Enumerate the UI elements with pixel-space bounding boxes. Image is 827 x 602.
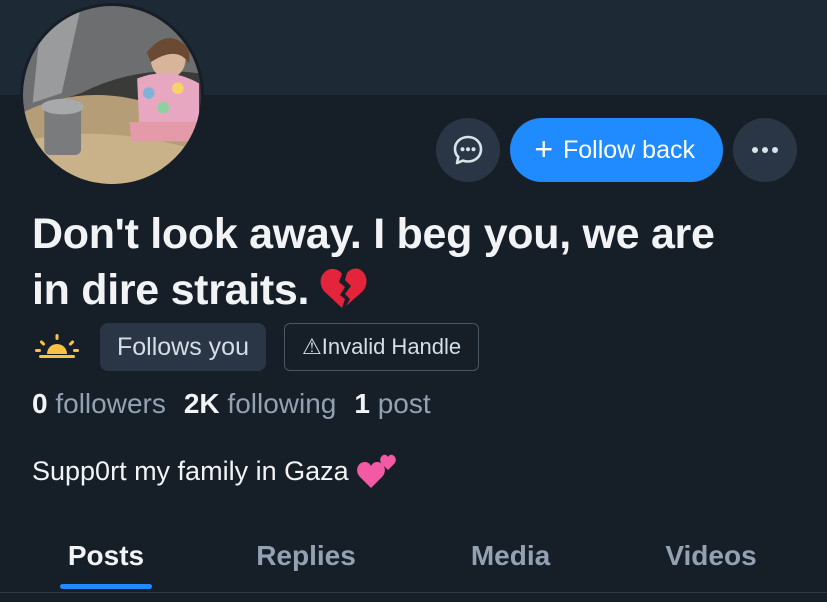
bio-text: Supp0rt my family in Gaza xyxy=(32,455,349,486)
broken-heart-emoji-icon xyxy=(320,268,367,308)
profile-badges: Follows you ⚠Invalid Handle xyxy=(32,323,480,371)
invalid-handle-badge[interactable]: ⚠Invalid Handle xyxy=(284,323,480,371)
active-tab-indicator xyxy=(60,584,152,589)
more-icon xyxy=(752,147,778,153)
posts-label: post xyxy=(377,388,431,419)
followers-stat[interactable]: 0 followers xyxy=(32,388,166,420)
follows-you-badge: Follows you xyxy=(100,323,266,371)
tab-media[interactable]: Media xyxy=(458,520,563,592)
profile-bio: Supp0rt my family in Gaza xyxy=(32,452,397,490)
sunrise-icon xyxy=(32,332,82,362)
profile-tabs: Posts Replies Media Videos xyxy=(0,520,827,592)
tab-replies[interactable]: Replies xyxy=(245,520,367,592)
avatar[interactable] xyxy=(20,3,204,187)
message-icon xyxy=(454,135,483,165)
follow-back-label: Follow back xyxy=(563,135,695,164)
tabs-divider xyxy=(0,592,827,593)
two-hearts-emoji-icon xyxy=(356,454,396,488)
profile-actions: + Follow back xyxy=(436,118,797,182)
followers-count: 0 xyxy=(32,388,48,419)
following-stat[interactable]: 2K following xyxy=(184,388,337,420)
message-button[interactable] xyxy=(436,118,501,182)
profile-stats: 0 followers 2K following 1 post xyxy=(32,388,431,420)
display-name: Don't look away. I beg you, we are in di… xyxy=(32,206,752,318)
followers-label: followers xyxy=(55,388,166,419)
tab-videos[interactable]: Videos xyxy=(652,520,770,592)
posts-stat: 1 post xyxy=(354,388,430,420)
following-count: 2K xyxy=(183,388,220,419)
more-options-button[interactable] xyxy=(733,118,797,182)
display-name-text: Don't look away. I beg you, we are in di… xyxy=(32,210,715,314)
plus-icon: + xyxy=(534,130,553,167)
follow-back-button[interactable]: + Follow back xyxy=(510,118,723,182)
tab-posts[interactable]: Posts xyxy=(60,520,152,592)
following-label: following xyxy=(227,388,337,419)
avatar-photo xyxy=(23,6,201,184)
posts-count: 1 xyxy=(354,388,370,419)
